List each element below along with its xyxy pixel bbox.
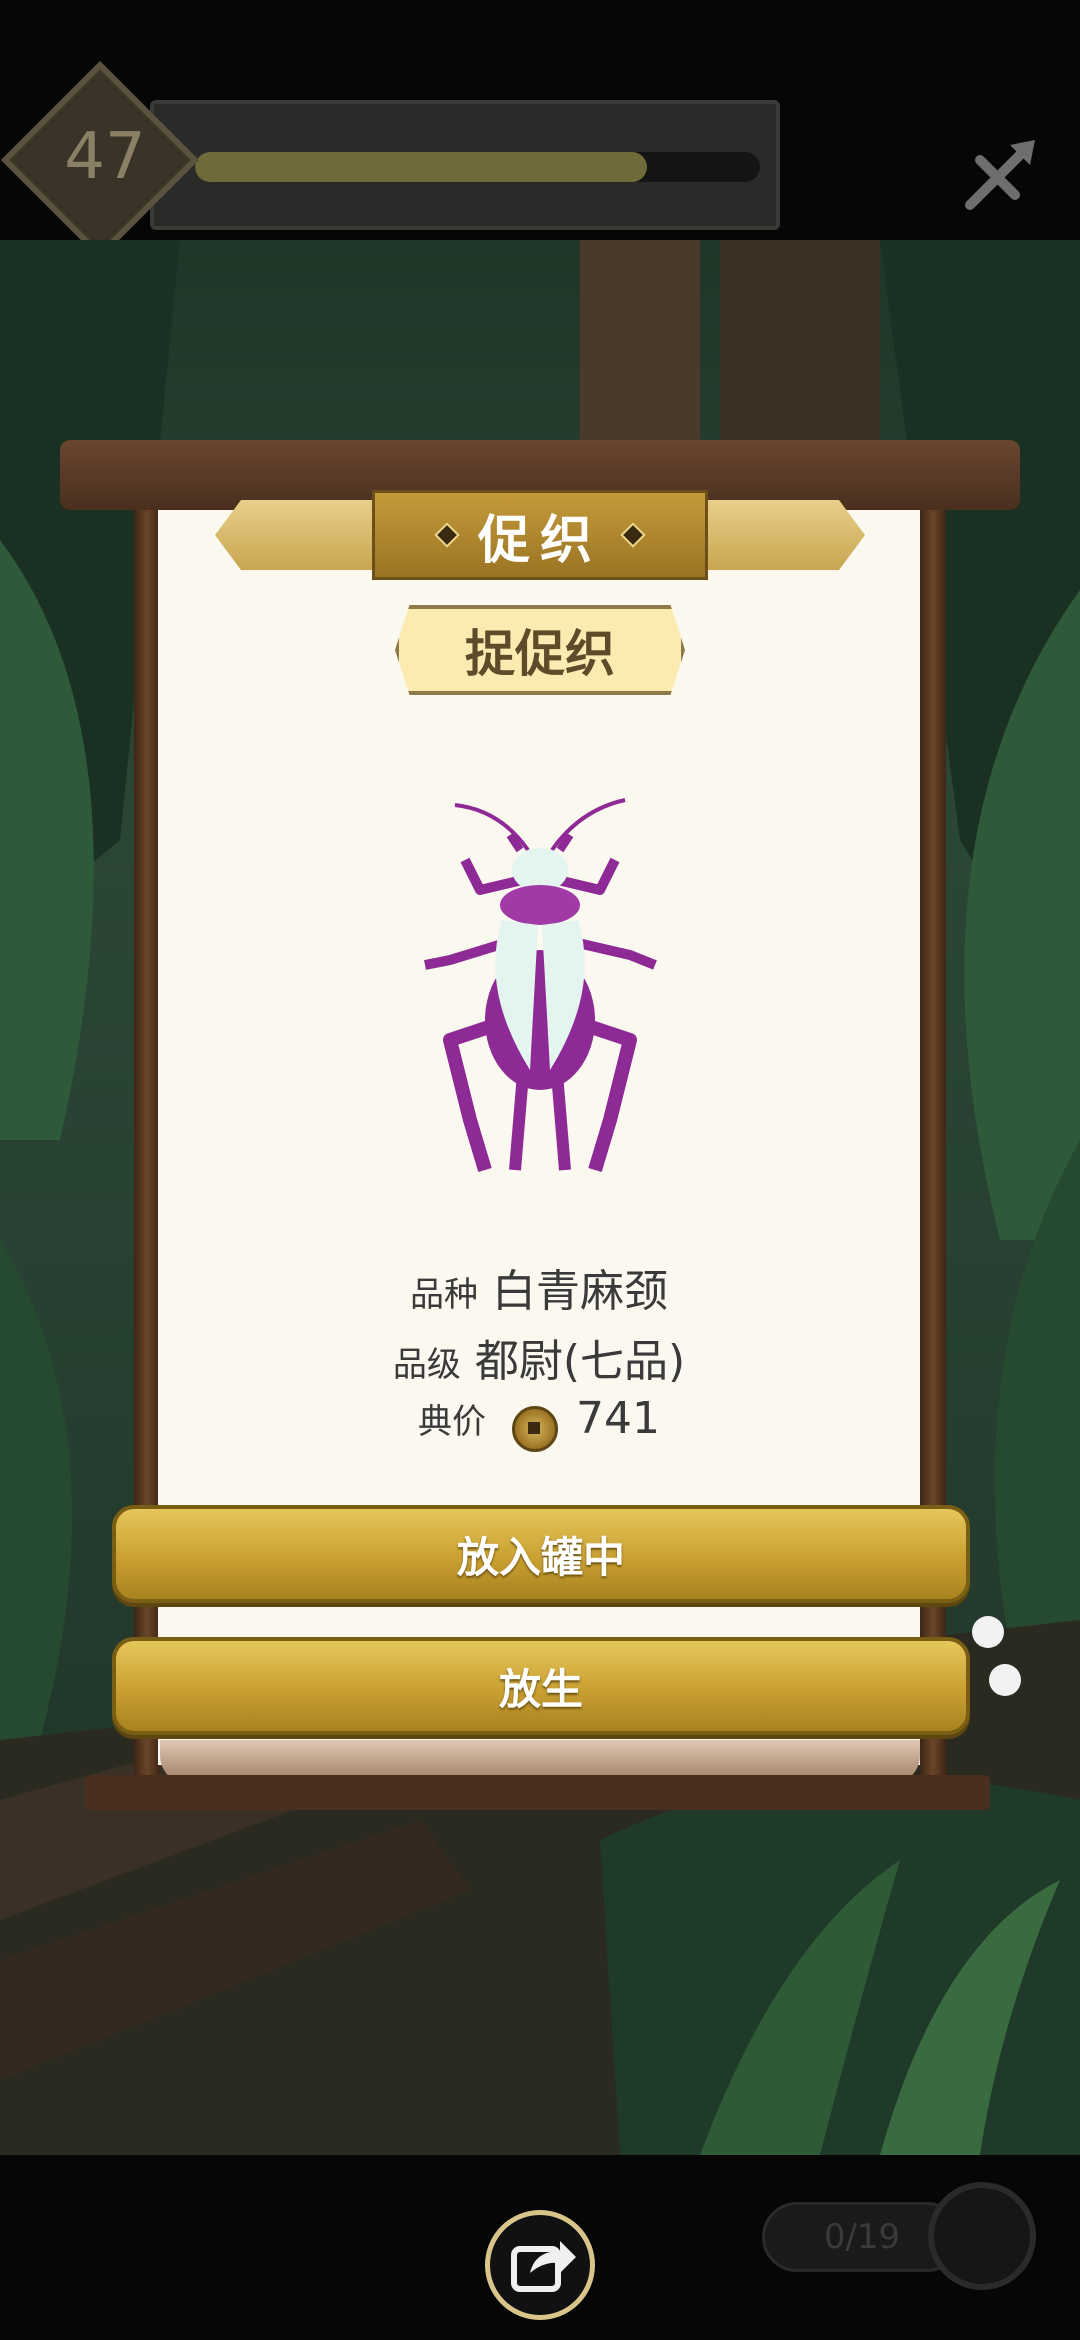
level-progress-fill	[195, 152, 647, 182]
share-button[interactable]	[485, 2210, 595, 2320]
cricket-icon	[410, 790, 670, 1190]
breed-value: 白青麻颈	[492, 1266, 668, 1317]
share-icon	[511, 2241, 576, 2292]
level-number: 47	[64, 120, 146, 194]
title-plate: 促织	[372, 490, 708, 580]
close-icon[interactable]	[960, 135, 1040, 215]
release-button[interactable]: 放生	[112, 1637, 970, 1735]
diamond-ornament-icon	[434, 522, 460, 548]
coin-icon	[512, 1405, 558, 1452]
price-label: 典价	[418, 1402, 486, 1442]
panel-title: 促织	[477, 510, 602, 571]
put-in-jar-button[interactable]: 放入罐中	[112, 1505, 970, 1603]
release-label: 放生	[498, 1664, 583, 1714]
catch-button[interactable]	[928, 2182, 1036, 2290]
panel-subtitle: 捉促织	[465, 625, 615, 683]
rank-row: 品级 都尉(七品)	[158, 1325, 920, 1389]
scroll-bottom-rod	[85, 1775, 990, 1810]
put-in-jar-label: 放入罐中	[456, 1532, 625, 1582]
price-value: 741	[576, 1393, 660, 1444]
rank-label: 品级	[392, 1345, 461, 1385]
diamond-ornament-icon	[620, 522, 646, 548]
subtitle-tag: 捉促织	[395, 605, 685, 695]
rank-value: 都尉(七品)	[474, 1336, 686, 1387]
price-row: 典价 741	[158, 1393, 920, 1452]
breed-row: 品种 白青麻颈	[158, 1255, 920, 1319]
breed-label: 品种	[410, 1275, 478, 1315]
level-progress-bar	[195, 152, 760, 182]
